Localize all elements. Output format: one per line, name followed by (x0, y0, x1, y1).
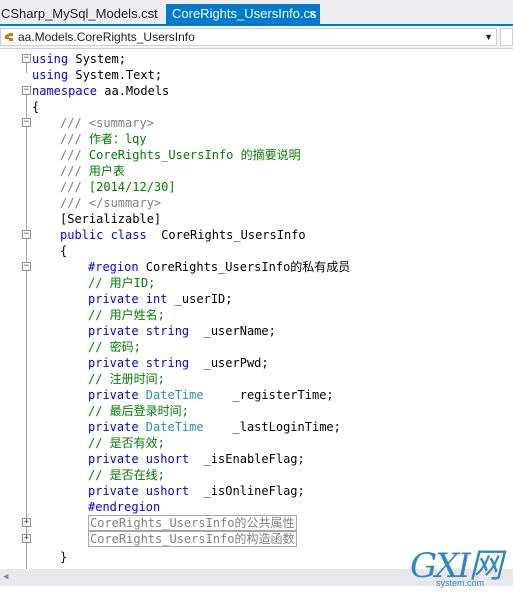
code-line: // 是否有效; (88, 436, 165, 450)
code-line: private string _userName; (88, 324, 276, 338)
collapsed-region-public-properties[interactable]: CoreRights_UsersInfo的公共属性 (88, 515, 297, 531)
code-line: using System; (32, 52, 126, 66)
code-line: private ushort _isOnlineFlag; (88, 484, 305, 498)
code-line: { (32, 100, 40, 114)
tab-label: CSharp_MySql_Models.cst (1, 6, 158, 21)
code-line: /// 作者：lqy (60, 132, 147, 146)
code-line: /// 用户表 (60, 164, 125, 178)
code-line: private ushort _isEnableFlag; (88, 452, 305, 466)
site-watermark-logo: GXI网 system.com (410, 548, 510, 592)
collapsed-region-constructors[interactable]: CoreRights_UsersInfo的构造函数 (88, 531, 297, 547)
scroll-left-icon[interactable]: ◀ (3, 572, 8, 582)
code-line: // 是否在线; (88, 468, 165, 482)
collapse-icon[interactable]: − (22, 230, 31, 239)
expand-icon[interactable]: + (22, 518, 31, 527)
member-dropdown[interactable] (500, 28, 513, 46)
code-line: // 用户ID; (88, 276, 156, 290)
collapse-icon[interactable]: − (22, 262, 31, 271)
class-dropdown[interactable]: aa.Models.CoreRights_UsersInfo ▼ (0, 28, 497, 46)
collapse-icon[interactable]: − (22, 86, 31, 95)
expand-icon[interactable]: + (22, 534, 31, 543)
collapse-icon[interactable]: − (22, 118, 31, 127)
code-line: // 用户姓名; (88, 308, 165, 322)
tab-label: CoreRights_UsersInfo.cs (172, 6, 317, 21)
class-icon (5, 33, 13, 41)
code-line: private DateTime _registerTime; (88, 388, 334, 402)
outline-gutter: − − − − − + + (0, 49, 31, 569)
code-line: // 密码; (88, 340, 141, 354)
tab-corerights-usersinfo[interactable]: CoreRights_UsersInfo.cs × (166, 4, 320, 26)
code-line: { (60, 244, 68, 258)
code-line: private int _userID; (88, 292, 233, 306)
code-line: } (60, 550, 68, 564)
close-icon[interactable]: × (309, 4, 316, 24)
code-line: /// </summary> (60, 196, 162, 210)
class-dropdown-value: aa.Models.CoreRights_UsersInfo (18, 30, 195, 44)
chevron-down-icon[interactable]: ▼ (484, 29, 493, 45)
code-line: namespace aa.Models (32, 84, 170, 98)
code-line: // 最后登录时间; (88, 404, 189, 418)
code-line: #endregion (88, 500, 161, 514)
code-line: using System.Text; (32, 68, 163, 82)
code-line: #region CoreRights_UsersInfo的私有成员 (88, 260, 351, 274)
tab-csharp-mysql-models[interactable]: CSharp_MySql_Models.cst (0, 4, 160, 26)
code-line: /// CoreRights_UsersInfo 的摘要说明 (60, 148, 301, 162)
watermark-domain: system.com (436, 578, 485, 588)
code-line: /// <summary> (60, 116, 154, 130)
document-tab-bar: CSharp_MySql_Models.cst CoreRights_Users… (0, 0, 513, 26)
code-editor[interactable]: − − − − − + + using System; using System… (0, 49, 513, 569)
code-line: // 注册时间; (88, 372, 165, 386)
fold-guide (26, 63, 27, 73)
code-line: /// [2014/12/30] (60, 180, 176, 194)
code-line: [Serializable] (60, 212, 162, 226)
navigation-bar: aa.Models.CoreRights_UsersInfo ▼ (0, 27, 513, 49)
code-line: public class CoreRights_UsersInfo (60, 228, 306, 242)
code-line: private string _userPwd; (88, 356, 269, 370)
collapse-icon[interactable]: − (22, 54, 31, 63)
fold-guide (26, 95, 27, 569)
code-line: private DateTime _lastLoginTime; (88, 420, 341, 434)
